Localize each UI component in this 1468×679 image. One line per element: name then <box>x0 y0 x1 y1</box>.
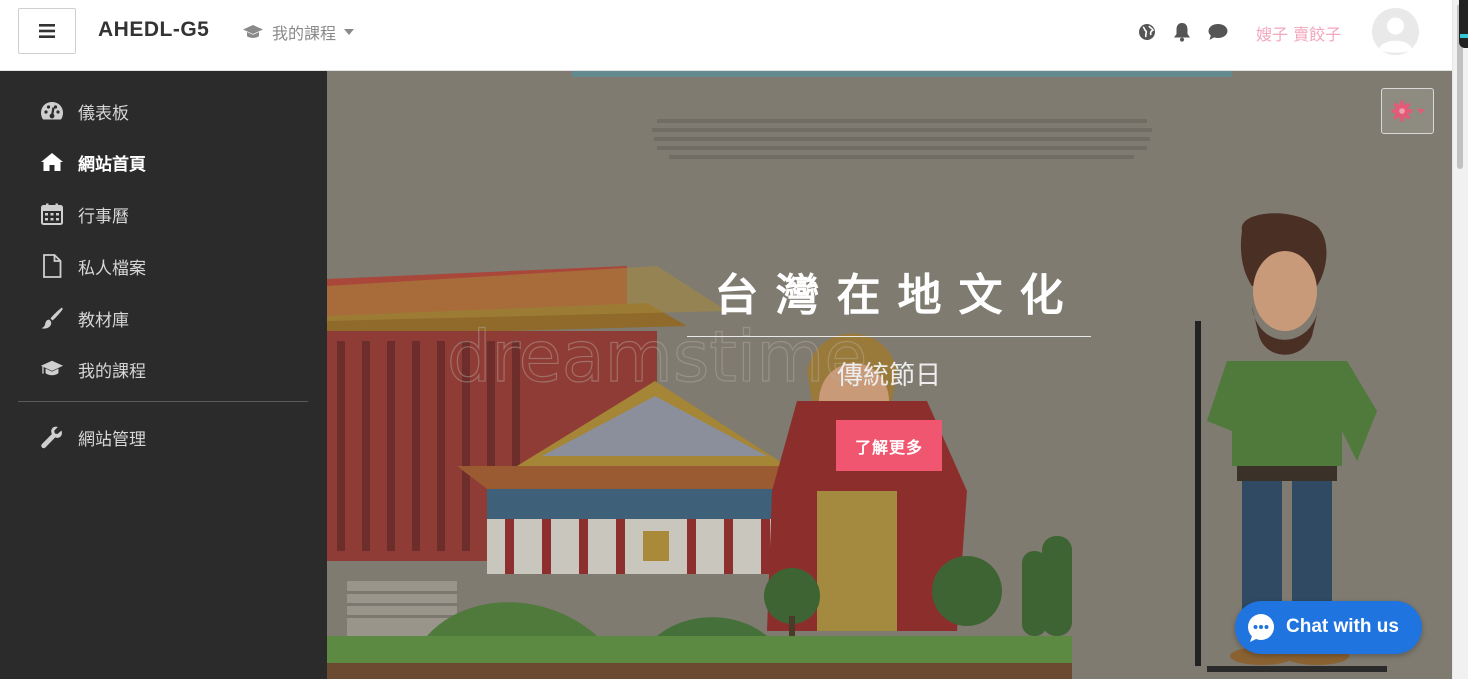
sidebar-item-calendar[interactable]: 行事曆 <box>0 191 327 237</box>
scrollbar-corner-decoration <box>1459 0 1468 48</box>
sidebar-item-content-bank[interactable]: 教材庫 <box>0 295 327 341</box>
top-navbar: AHEDL-G5 我的課程 嫂子 賣餃子 <box>0 0 1452 71</box>
sidebar-item-site-admin[interactable]: 網站管理 <box>0 414 327 460</box>
dashboard-icon <box>40 99 64 123</box>
wrench-icon <box>40 425 64 449</box>
sidebar-item-home[interactable]: 網站首頁 <box>0 139 327 185</box>
chevron-down-icon <box>1416 108 1425 114</box>
globe-icon[interactable] <box>1138 23 1156 41</box>
brush-icon <box>40 306 64 330</box>
calendar-icon <box>40 202 64 226</box>
user-name-link[interactable]: 嫂子 賣餃子 <box>1256 21 1341 45</box>
sidebar-toggle-button[interactable] <box>18 8 76 54</box>
home-icon <box>40 150 64 174</box>
hero-title-divider <box>687 336 1091 337</box>
sidebar-item-label: 網站管理 <box>78 429 146 450</box>
file-icon <box>40 254 64 278</box>
sidebar-item-label: 網站首頁 <box>78 154 146 175</box>
chat-bubble-icon[interactable] <box>1208 23 1228 41</box>
sidebar-item-my-courses[interactable]: 我的課程 <box>0 346 327 392</box>
sidebar-item-label: 我的課程 <box>78 361 146 382</box>
chevron-down-icon <box>344 29 355 35</box>
sidebar-item-label: 儀表板 <box>78 103 129 124</box>
hero-title: 台灣在地文化 <box>714 270 1081 321</box>
chat-with-us-button[interactable]: Chat with us <box>1235 601 1422 654</box>
chat-with-us-label: Chat with us <box>1286 616 1399 637</box>
gear-icon <box>1391 100 1412 122</box>
graduation-cap-icon <box>243 25 263 38</box>
sidebar-nav: 儀表板 網站首頁 行事曆 私人檔案 教材庫 我的課程 網站管理 <box>0 71 327 679</box>
sidebar-item-label: 私人檔案 <box>78 258 146 279</box>
bell-icon[interactable] <box>1173 22 1191 42</box>
site-name-link[interactable]: AHEDL-G5 <box>98 18 209 42</box>
hamburger-icon <box>39 24 55 38</box>
chat-bubble-icon <box>1248 614 1274 642</box>
my-courses-label: 我的課程 <box>272 24 337 43</box>
my-courses-dropdown[interactable]: 我的課程 <box>242 20 355 44</box>
scrollbar-corner-accent <box>1460 34 1468 38</box>
nav-icon-group <box>1138 22 1228 42</box>
user-avatar[interactable] <box>1372 8 1419 55</box>
settings-menu-button[interactable] <box>1381 88 1434 134</box>
learn-more-button[interactable]: 了解更多 <box>836 420 942 471</box>
sidebar-divider <box>18 401 308 402</box>
hero-banner: dreamstime 台灣在地文化 傳統節日 了解更多 <box>327 71 1452 679</box>
sidebar-item-label: 教材庫 <box>78 310 129 331</box>
avatar-silhouette-icon <box>1372 8 1419 55</box>
sidebar-item-label: 行事曆 <box>78 206 129 227</box>
sidebar-item-private-files[interactable]: 私人檔案 <box>0 243 327 289</box>
sidebar-item-dashboard[interactable]: 儀表板 <box>0 88 327 134</box>
hero-subtitle: 傳統節日 <box>836 361 941 391</box>
graduation-cap-icon <box>40 357 64 381</box>
